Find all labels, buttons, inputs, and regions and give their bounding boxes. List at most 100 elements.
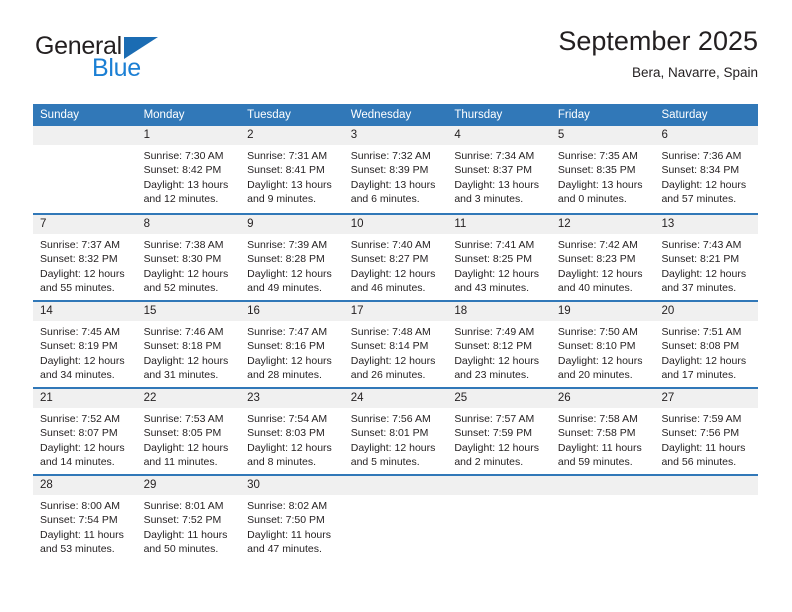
- sunrise-text: Sunrise: 7:49 AM: [454, 326, 535, 338]
- calendar-day-cell[interactable]: 27 Sunrise: 7:59 AM Sunset: 7:56 PM Dayligh…: [654, 389, 759, 474]
- sunrise-text: Sunrise: 7:38 AM: [143, 239, 224, 251]
- daylight-text: Daylight: 13 hours: [557, 178, 643, 191]
- calendar-day-cell[interactable]: 19 Sunrise: 7:50 AM Sunset: 8:10 PM Dayligh…: [550, 302, 655, 387]
- sunrise-text: Sunrise: 7:31 AM: [247, 150, 328, 162]
- sunset-text: Sunset: 8:14 PM: [350, 340, 429, 353]
- sunset-text: Sunset: 7:58 PM: [557, 427, 636, 440]
- day-number: 9: [240, 215, 344, 234]
- day-details: Sunrise: 7:54 AM Sunset: 8:03 PM Daylight:…: [240, 408, 344, 469]
- sunrise-text: Sunrise: 7:57 AM: [454, 413, 535, 425]
- daylight-text: Daylight: 12 hours: [454, 267, 539, 280]
- page-title: September 2025: [558, 26, 758, 56]
- calendar-day-cell[interactable]: 21 Sunrise: 7:52 AM Sunset: 8:07 PM Dayligh…: [33, 389, 137, 474]
- day-number: 23: [240, 389, 344, 408]
- sunrise-text: Sunrise: 7:58 AM: [557, 413, 638, 425]
- sunset-text: Sunset: 8:30 PM: [143, 253, 222, 266]
- sunrise-text: Sunrise: 7:40 AM: [350, 239, 431, 251]
- calendar-day-cell[interactable]: 30 Sunrise: 8:02 AM Sunset: 7:50 PM Dayligh…: [240, 476, 344, 561]
- day-details: Sunrise: 7:32 AM Sunset: 8:39 PM Daylight:…: [344, 145, 448, 206]
- calendar-day-cell[interactable]: 5 Sunrise: 7:35 AM Sunset: 8:35 PM Daylight…: [550, 126, 655, 213]
- sunset-text: Sunset: 7:52 PM: [143, 514, 222, 527]
- daylight-text: Daylight: 12 hours: [661, 354, 747, 367]
- calendar-day-cell[interactable]: 22 Sunrise: 7:53 AM Sunset: 8:05 PM Dayligh…: [136, 389, 241, 474]
- calendar-week-row: 7 Sunrise: 7:37 AM Sunset: 8:32 PM Daylight…: [33, 213, 759, 300]
- sunrise-text: Sunrise: 7:30 AM: [143, 150, 224, 162]
- calendar-day-cell[interactable]: 1 Sunrise: 7:30 AM Sunset: 8:42 PM Daylight…: [136, 126, 241, 213]
- calendar-day-cell[interactable]: 9 Sunrise: 7:39 AM Sunset: 8:28 PM Daylight…: [240, 215, 344, 300]
- calendar-week-row: 14 Sunrise: 7:45 AM Sunset: 8:19 PM Dayligh…: [33, 300, 759, 387]
- sunrise-text: Sunrise: 7:59 AM: [661, 413, 742, 425]
- page-subtitle-location: Bera, Navarre, Spain: [631, 64, 758, 80]
- daylight-text: Daylight: 12 hours: [143, 441, 229, 454]
- calendar-day-cell[interactable]: 6 Sunrise: 7:36 AM Sunset: 8:34 PM Daylight…: [654, 126, 759, 213]
- daylight-text: Daylight: 12 hours: [557, 267, 643, 280]
- calendar-day-cell[interactable]: 25 Sunrise: 7:57 AM Sunset: 7:59 PM Dayligh…: [447, 389, 551, 474]
- day-number: 10: [343, 215, 448, 234]
- day-number: 11: [447, 215, 551, 234]
- daylight-text-cont: and 23 minutes.: [454, 368, 530, 381]
- calendar-day-cell[interactable]: 18 Sunrise: 7:49 AM Sunset: 8:12 PM Dayligh…: [447, 302, 551, 387]
- calendar-day-cell[interactable]: 29 Sunrise: 8:01 AM Sunset: 7:52 PM Dayligh…: [136, 476, 241, 561]
- calendar-day-cell[interactable]: 23 Sunrise: 7:54 AM Sunset: 8:03 PM Dayligh…: [240, 389, 344, 474]
- day-details: Sunrise: 7:56 AM Sunset: 8:01 PM Daylight:…: [344, 408, 448, 469]
- calendar-day-cell[interactable]: 10 Sunrise: 7:40 AM Sunset: 8:27 PM Dayligh…: [343, 215, 448, 300]
- day-details: Sunrise: 7:42 AM Sunset: 8:23 PM Daylight:…: [551, 234, 655, 295]
- sunset-text: Sunset: 8:10 PM: [557, 340, 636, 353]
- daylight-text: Daylight: 12 hours: [454, 354, 539, 367]
- sunrise-text: Sunrise: 7:43 AM: [661, 239, 742, 251]
- daylight-text-cont: and 55 minutes.: [40, 281, 115, 294]
- calendar-day-cell[interactable]: 17 Sunrise: 7:48 AM Sunset: 8:14 PM Dayligh…: [343, 302, 448, 387]
- daylight-text-cont: and 53 minutes.: [40, 542, 115, 555]
- calendar-week-row: 1 Sunrise: 7:30 AM Sunset: 8:42 PM Daylight…: [33, 126, 759, 213]
- sunset-text: Sunset: 8:01 PM: [350, 427, 429, 440]
- day-number: 30: [240, 476, 344, 495]
- daylight-text-cont: and 14 minutes.: [40, 455, 115, 468]
- calendar-week-row: 21 Sunrise: 7:52 AM Sunset: 8:07 PM Dayligh…: [33, 387, 759, 474]
- sunset-text: Sunset: 8:19 PM: [40, 340, 118, 353]
- daylight-text-cont: and 20 minutes.: [557, 368, 633, 381]
- sunrise-text: Sunrise: 7:34 AM: [454, 150, 535, 162]
- sunset-text: Sunset: 8:07 PM: [40, 427, 118, 440]
- daylight-text: Daylight: 12 hours: [350, 354, 436, 367]
- day-number: 29: [136, 476, 241, 495]
- daylight-text-cont: and 0 minutes.: [557, 192, 627, 205]
- day-number: [550, 476, 655, 495]
- weekday-header-wednesday: Wednesday: [350, 109, 412, 121]
- sunrise-text: Sunrise: 7:42 AM: [557, 239, 638, 251]
- weekday-header-saturday: Saturday: [661, 109, 708, 121]
- daylight-text: Daylight: 12 hours: [40, 267, 125, 280]
- sunrise-text: Sunrise: 7:41 AM: [454, 239, 535, 251]
- day-number: 27: [654, 389, 759, 408]
- calendar-day-cell[interactable]: 28 Sunrise: 8:00 AM Sunset: 7:54 PM Dayligh…: [33, 476, 137, 561]
- calendar-day-cell[interactable]: 24 Sunrise: 7:56 AM Sunset: 8:01 PM Dayligh…: [343, 389, 448, 474]
- calendar-day-cell[interactable]: 11 Sunrise: 7:41 AM Sunset: 8:25 PM Dayligh…: [447, 215, 551, 300]
- day-number: [33, 126, 137, 145]
- daylight-text: Daylight: 12 hours: [40, 441, 125, 454]
- daylight-text: Daylight: 13 hours: [454, 178, 539, 191]
- calendar-weeks: 1 Sunrise: 7:30 AM Sunset: 8:42 PM Daylight…: [33, 126, 759, 561]
- day-details: [447, 495, 551, 499]
- daylight-text-cont: and 28 minutes.: [247, 368, 322, 381]
- day-details: Sunrise: 7:35 AM Sunset: 8:35 PM Daylight:…: [551, 145, 655, 206]
- calendar-day-cell[interactable]: 16 Sunrise: 7:47 AM Sunset: 8:16 PM Dayligh…: [240, 302, 344, 387]
- calendar-day-cell[interactable]: 2 Sunrise: 7:31 AM Sunset: 8:41 PM Daylight…: [240, 126, 344, 213]
- calendar-day-cell[interactable]: 7 Sunrise: 7:37 AM Sunset: 8:32 PM Daylight…: [33, 215, 137, 300]
- sunset-text: Sunset: 8:42 PM: [143, 164, 222, 177]
- calendar-day-cell[interactable]: 4 Sunrise: 7:34 AM Sunset: 8:37 PM Daylight…: [447, 126, 551, 213]
- sunrise-text: Sunrise: 7:50 AM: [557, 326, 638, 338]
- calendar-day-cell[interactable]: 13 Sunrise: 7:43 AM Sunset: 8:21 PM Dayligh…: [654, 215, 759, 300]
- calendar-day-cell[interactable]: 12 Sunrise: 7:42 AM Sunset: 8:23 PM Dayligh…: [550, 215, 655, 300]
- daylight-text-cont: and 12 minutes.: [143, 192, 219, 205]
- calendar-day-cell[interactable]: 8 Sunrise: 7:38 AM Sunset: 8:30 PM Daylight…: [136, 215, 241, 300]
- sunset-text: Sunset: 7:50 PM: [247, 514, 325, 527]
- daylight-text: Daylight: 13 hours: [350, 178, 436, 191]
- calendar-day-cell[interactable]: 15 Sunrise: 7:46 AM Sunset: 8:18 PM Dayligh…: [136, 302, 241, 387]
- day-details: [654, 495, 758, 499]
- day-details: Sunrise: 7:40 AM Sunset: 8:27 PM Daylight:…: [344, 234, 448, 295]
- general-blue-logo[interactable]: General Blue: [35, 34, 225, 92]
- calendar-day-cell[interactable]: 20 Sunrise: 7:51 AM Sunset: 8:08 PM Dayligh…: [654, 302, 759, 387]
- calendar-day-cell[interactable]: 3 Sunrise: 7:32 AM Sunset: 8:39 PM Daylight…: [343, 126, 448, 213]
- calendar-day-cell[interactable]: 14 Sunrise: 7:45 AM Sunset: 8:19 PM Dayligh…: [33, 302, 137, 387]
- sunset-text: Sunset: 8:05 PM: [143, 427, 222, 440]
- calendar-day-cell[interactable]: 26 Sunrise: 7:58 AM Sunset: 7:58 PM Dayligh…: [550, 389, 655, 474]
